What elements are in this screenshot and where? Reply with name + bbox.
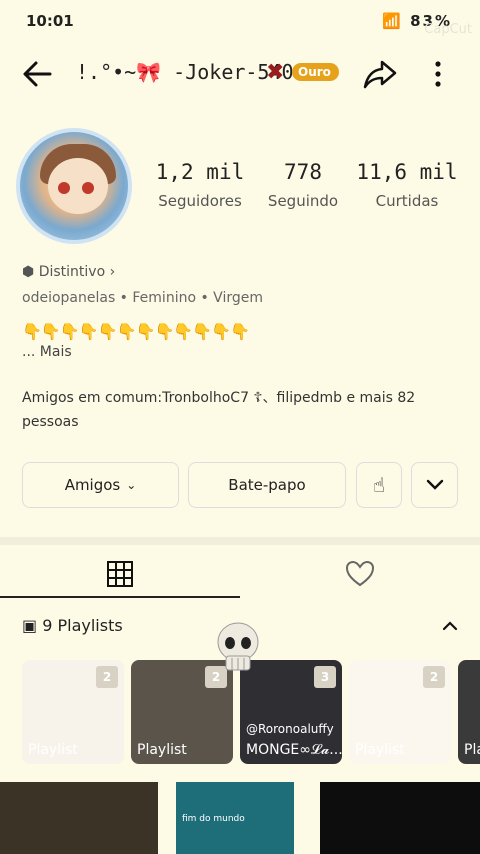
avatar[interactable] (16, 128, 132, 244)
chevron-up-icon[interactable] (440, 616, 460, 636)
chat-label: Bate-papo (228, 476, 306, 494)
video-thumbnail[interactable]: fim do mundo (176, 782, 294, 854)
stat-likes[interactable]: 11,6 mil Curtidas (352, 160, 462, 210)
stat-value: 1,2 mil (155, 160, 245, 184)
friends-label: Amigos (64, 476, 121, 494)
avatar-eye (58, 182, 70, 194)
stat-label: Curtidas (375, 192, 439, 210)
playlist-count-badge: 3 (314, 666, 336, 688)
expand-button[interactable] (411, 462, 458, 508)
share-icon[interactable] (362, 56, 398, 92)
stat-followers[interactable]: 1,2 mil Seguidores (145, 160, 255, 210)
video-thumbnail[interactable] (0, 782, 158, 854)
more-options-icon[interactable] (428, 56, 448, 92)
stat-label: Seguidores (158, 192, 242, 210)
playlist-card[interactable]: Pla (458, 660, 480, 764)
playlist-title: Pla (464, 742, 480, 758)
chevron-down-icon: ⌄ (126, 478, 137, 492)
status-bar: 10:01 📶 83% CapCut (0, 0, 480, 40)
stat-label: Seguindo (267, 192, 339, 210)
playlist-card[interactable]: 2 Playlist (22, 660, 124, 764)
friends-button[interactable]: Amigos ⌄ (22, 462, 179, 508)
distintivo-label: Distintivo › (38, 264, 116, 280)
avatar-eye (82, 182, 94, 194)
playlist-count-badge: 2 (96, 666, 118, 688)
gesture-button[interactable]: ☝ (356, 462, 402, 508)
badge-icon: ⬢ (22, 264, 35, 280)
content-tabs (0, 548, 480, 598)
mutual-friends[interactable]: Amigos em comum:TronbolhoC7 ☦、filipedmb … (22, 386, 442, 434)
playlist-title: MONGE∞𝓛𝓪... (246, 742, 342, 758)
playlists-header[interactable]: ▣ 9 Playlists (22, 616, 123, 635)
wifi-icon: 📶 (382, 12, 403, 30)
more-link[interactable]: ... Mais (22, 344, 72, 360)
stat-following[interactable]: 778 Seguindo (248, 160, 358, 210)
video-caption: fim do mundo (182, 814, 245, 824)
profile-header: !.°•~🎀 -Joker-540 ✖ Ouro (0, 50, 480, 96)
distintivo-link[interactable]: ⬢ Distintivo › (22, 264, 115, 280)
playlist-title: Playlist (355, 742, 405, 758)
section-divider (0, 537, 480, 545)
profile-tags: odeiopanelas • Feminino • Virgem (22, 290, 263, 306)
chat-button[interactable]: Bate-papo (188, 462, 346, 508)
watermark: CapCut (424, 22, 472, 37)
cross-icon: ✖ (266, 60, 285, 85)
video-thumbnail[interactable] (320, 782, 480, 854)
playlist-icon: ▣ (22, 616, 38, 635)
active-tab-indicator (0, 596, 240, 598)
playlist-card[interactable]: 2 Playlist (349, 660, 451, 764)
playlist-title: Playlist (28, 742, 78, 758)
playlist-extra: @Roronoaluffy (246, 722, 334, 736)
username: !.°•~🎀 -Joker-540 (76, 60, 294, 84)
skull-sticker-icon (217, 622, 259, 671)
status-time: 10:01 (26, 12, 74, 30)
chevron-down-icon (426, 479, 443, 490)
stat-value: 11,6 mil (356, 160, 458, 184)
gold-badge[interactable]: Ouro (292, 63, 339, 81)
playlists-count: 9 Playlists (42, 616, 123, 635)
video-grid: fim do mundo (0, 782, 480, 854)
grid-icon[interactable] (104, 558, 136, 590)
avatar-face (48, 158, 108, 214)
playlist-count-badge: 2 (423, 666, 445, 688)
playlist-title: Playlist (137, 742, 187, 758)
stat-value: 778 (284, 160, 322, 184)
bio-emoji: 👇👇👇👇👇👇👇👇👇👇👇👇 (22, 322, 250, 341)
badge-label: Ouro (298, 65, 331, 79)
back-arrow-icon[interactable] (20, 56, 56, 92)
heart-icon[interactable] (344, 558, 376, 590)
hand-pointer-icon: ☝ (372, 473, 386, 497)
